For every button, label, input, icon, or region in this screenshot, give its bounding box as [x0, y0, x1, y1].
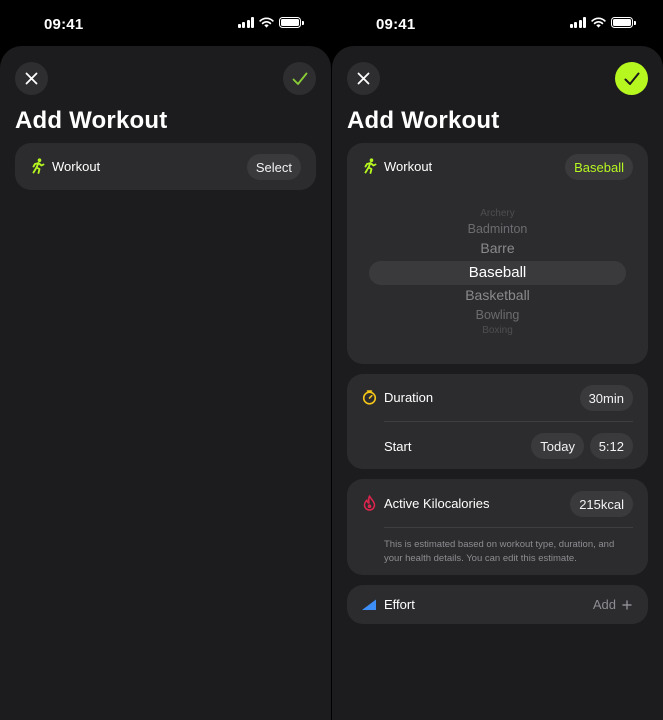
status-time: 09:41 [376, 16, 416, 33]
running-figure-icon [29, 158, 45, 174]
cellular-signal-icon [237, 17, 254, 28]
running-figure-icon [361, 158, 377, 174]
workout-label: Workout [384, 159, 433, 174]
battery-icon [279, 17, 304, 28]
checkmark-icon [292, 72, 307, 85]
phone-screen-empty: 09:41 Add Workout Workout Select [0, 0, 331, 720]
workout-type-picker[interactable]: Archery Badminton Barre Baseball Basketb… [369, 205, 626, 340]
calories-card: Active Kilocalories 215kcal This is esti… [347, 479, 648, 575]
start-date-button[interactable]: Today [531, 433, 584, 459]
picker-option-badminton[interactable]: Badminton [369, 222, 626, 236]
duration-card: Duration 30min Start Today 5:12 [347, 374, 648, 469]
status-bar: 09:41 [332, 0, 663, 46]
confirm-button[interactable] [283, 62, 316, 95]
workout-card: Workout Baseball Archery Badminton Barre… [347, 143, 648, 364]
picker-option-barre[interactable]: Barre [369, 240, 626, 256]
flame-icon [361, 495, 377, 511]
cellular-signal-icon [569, 17, 586, 28]
close-icon [357, 72, 370, 85]
battery-icon [611, 17, 636, 28]
add-effort-label: Add [592, 597, 616, 612]
duration-value-button[interactable]: 30min [579, 385, 633, 411]
select-workout-button[interactable]: Select [246, 154, 301, 180]
divider [384, 421, 633, 422]
picker-option-boxing[interactable]: Boxing [369, 325, 626, 336]
confirm-button[interactable] [615, 62, 648, 95]
start-label: Start [384, 439, 412, 454]
calories-estimate-note: This is estimated based on workout type,… [384, 539, 615, 564]
picker-option-bowling[interactable]: Bowling [369, 308, 626, 322]
wifi-icon [591, 17, 606, 28]
duration-label: Duration [384, 390, 434, 405]
workout-label: Workout [52, 159, 101, 174]
add-workout-sheet: Add Workout Workout Select [0, 46, 331, 720]
picker-option-archery[interactable]: Archery [369, 208, 626, 219]
status-icons [569, 17, 636, 28]
wifi-icon [259, 17, 274, 28]
phone-screen-filled: 09:41 Add Workout Workout Baseball Arche… [332, 0, 663, 720]
divider [384, 527, 633, 528]
effort-row[interactable]: Effort Add [347, 585, 648, 624]
effort-wedge-icon [361, 596, 377, 612]
close-button[interactable] [347, 62, 380, 95]
plus-icon [622, 599, 632, 610]
status-bar: 09:41 [0, 0, 331, 46]
status-time: 09:41 [44, 16, 84, 33]
status-icons [237, 17, 304, 28]
page-title: Add Workout [347, 107, 500, 134]
workout-row[interactable]: Workout Select [15, 143, 316, 190]
checkmark-icon [624, 72, 639, 85]
timer-icon [361, 389, 377, 405]
start-time-button[interactable]: 5:12 [589, 433, 633, 459]
add-workout-sheet: Add Workout Workout Baseball Archery Bad… [332, 46, 663, 720]
picker-option-baseball[interactable]: Baseball [369, 264, 626, 281]
add-effort-button[interactable]: Add [593, 597, 632, 612]
selected-workout-button[interactable]: Baseball [565, 154, 633, 180]
effort-label: Effort [384, 597, 415, 612]
calories-label: Active Kilocalories [384, 496, 490, 511]
close-icon [25, 72, 38, 85]
page-title: Add Workout [15, 107, 168, 134]
close-button[interactable] [15, 62, 48, 95]
picker-option-basketball[interactable]: Basketball [369, 287, 626, 303]
calories-value-button[interactable]: 215kcal [570, 491, 633, 517]
